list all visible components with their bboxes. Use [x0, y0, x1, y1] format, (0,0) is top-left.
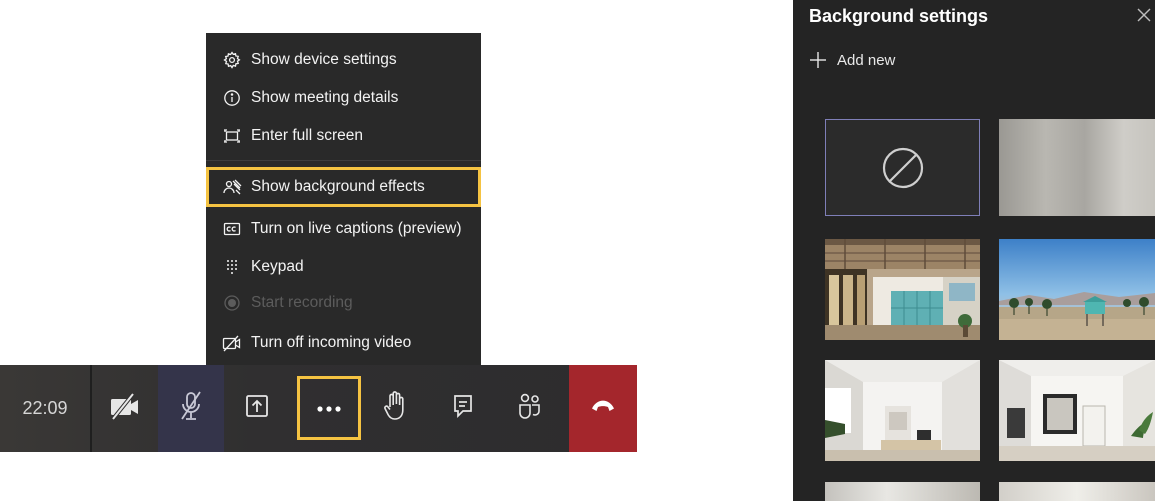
participants-icon — [515, 391, 545, 426]
raise-hand-icon — [383, 390, 407, 427]
microphone-button[interactable] — [158, 365, 224, 452]
background-tile-partial-2[interactable] — [999, 482, 1155, 501]
record-icon — [222, 293, 242, 313]
add-new-label: Add new — [837, 51, 896, 69]
plus-icon — [810, 52, 826, 68]
close-button[interactable] — [1136, 7, 1154, 25]
captions-icon — [222, 219, 242, 239]
menu-item-label: Enter full screen — [251, 126, 363, 144]
menu-item-label: Turn off incoming video — [251, 333, 412, 351]
more-actions-highlight — [297, 376, 361, 440]
camera-off-icon — [109, 392, 141, 425]
mic-off-icon — [178, 390, 204, 427]
background-tile-white-room[interactable] — [825, 360, 980, 461]
background-tile-white-room-mirror[interactable] — [999, 360, 1155, 461]
video-off-icon — [222, 333, 242, 353]
close-icon — [1137, 8, 1151, 22]
menu-item-label: Turn on live captions (preview) — [251, 219, 462, 237]
background-tile-office-loft[interactable] — [825, 239, 980, 340]
menu-item-background-effects[interactable]: Show background effects — [206, 167, 481, 207]
menu-item-label: Show device settings — [251, 50, 397, 68]
menu-item-device-settings[interactable]: Show device settings — [206, 41, 481, 78]
office-loft-image — [825, 239, 980, 340]
panel-title: Background settings — [809, 6, 989, 26]
menu-item-keypad[interactable]: Keypad — [206, 248, 481, 285]
add-new-button[interactable]: Add new — [809, 51, 895, 69]
background-settings-panel: Background settings Add new — [793, 0, 1155, 501]
call-timer: 22:09 — [22, 398, 68, 418]
menu-item-incoming-video[interactable]: Turn off incoming video — [206, 324, 481, 361]
no-background-icon — [882, 147, 923, 188]
hang-up-icon — [590, 399, 616, 418]
white-room-image — [825, 360, 980, 461]
menu-item-label: Keypad — [251, 257, 304, 275]
share-screen-icon — [243, 392, 271, 425]
menu-divider — [206, 160, 481, 161]
participants-button[interactable] — [497, 365, 563, 452]
raise-hand-button[interactable] — [362, 365, 428, 452]
background-effects-icon — [222, 177, 242, 197]
menu-item-label: Start recording — [251, 293, 353, 311]
chat-icon — [451, 393, 475, 424]
share-screen-button[interactable] — [224, 365, 290, 452]
background-tile-blur[interactable] — [999, 119, 1155, 216]
chat-button[interactable] — [430, 365, 496, 452]
info-icon — [222, 88, 242, 108]
menu-item-live-captions[interactable]: Turn on live captions (preview) — [206, 210, 481, 247]
keypad-icon — [222, 257, 242, 277]
menu-item-full-screen[interactable]: Enter full screen — [206, 117, 481, 154]
white-room-mirror-image — [999, 360, 1155, 461]
background-tile-beach[interactable] — [999, 239, 1155, 340]
menu-item-label: Show meeting details — [251, 88, 399, 106]
background-tile-partial-1[interactable] — [825, 482, 980, 501]
menu-item-meeting-details[interactable]: Show meeting details — [206, 79, 481, 116]
hang-up-button[interactable] — [569, 365, 637, 452]
beach-image — [999, 239, 1155, 340]
gear-icon — [222, 50, 242, 70]
camera-button[interactable] — [92, 365, 158, 452]
menu-item-start-recording: Start recording — [206, 284, 481, 321]
more-actions-menu: Show device settings Show meeting detail… — [206, 33, 481, 365]
background-tile-none[interactable] — [825, 119, 980, 216]
menu-item-label: Show background effects — [251, 178, 425, 195]
fullscreen-icon — [222, 126, 242, 146]
